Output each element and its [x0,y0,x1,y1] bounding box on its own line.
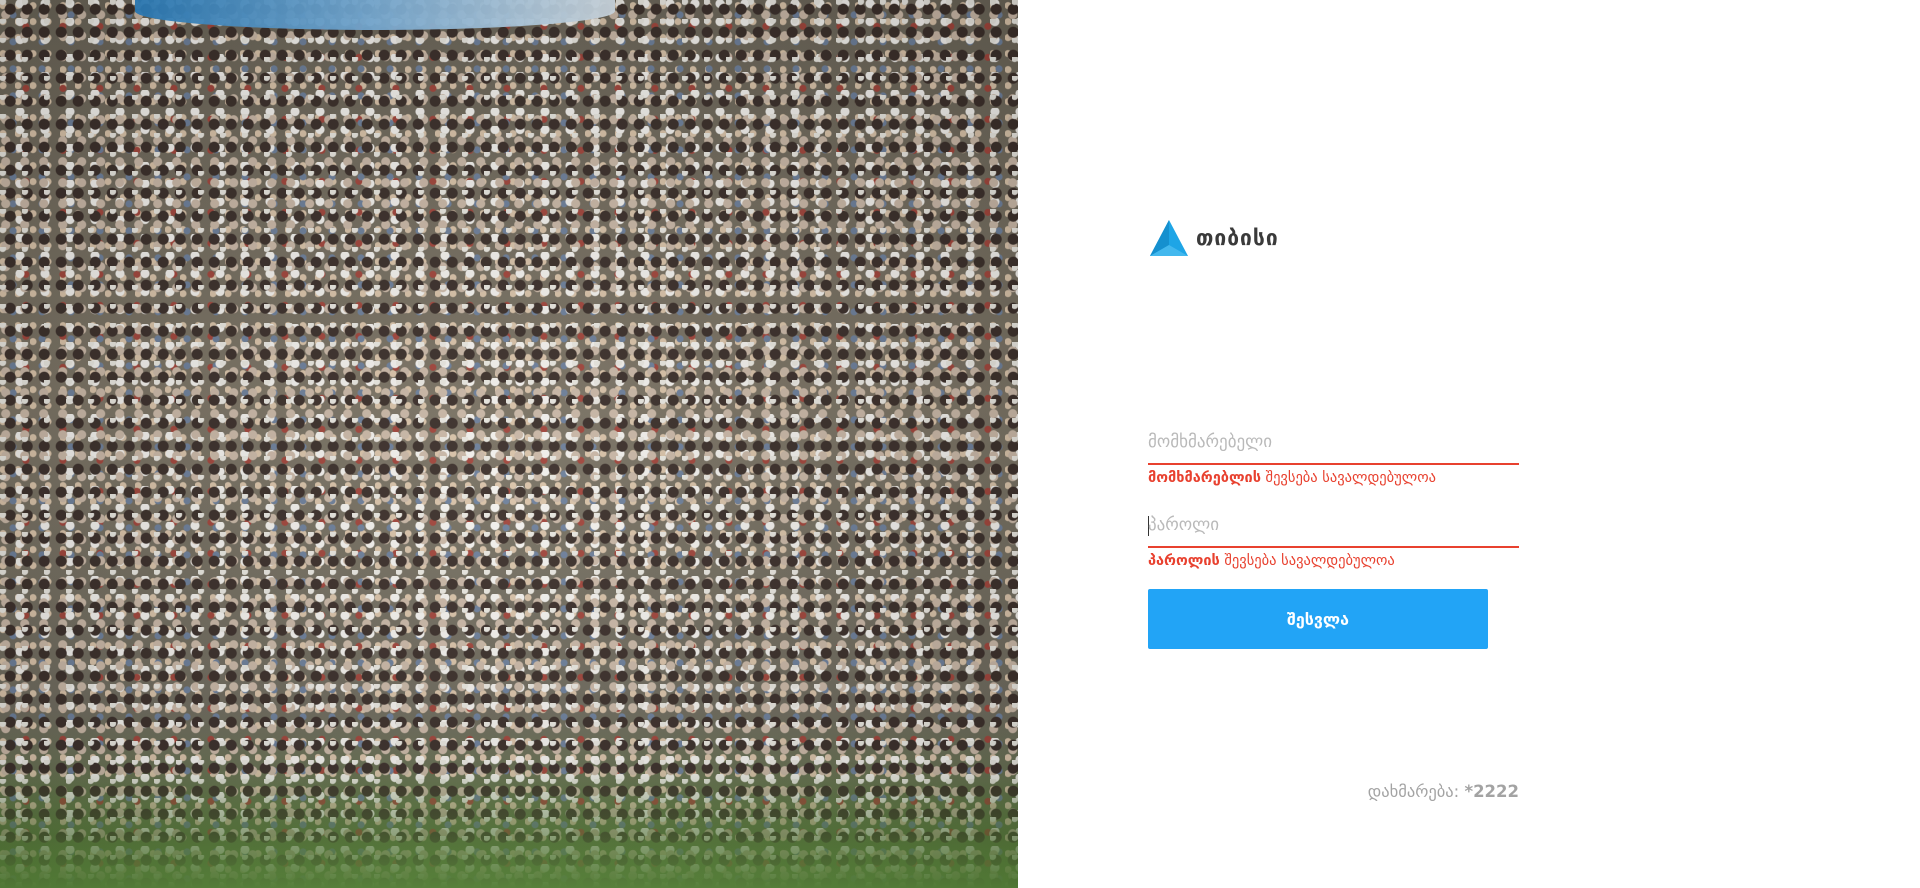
username-field-wrapper [1148,420,1519,465]
tbc-logo-icon [1150,220,1188,256]
password-field-wrapper [1148,503,1519,548]
password-error-text: შევსება სავალდებულოა [1219,553,1395,569]
hero-crowd-image [0,0,1018,888]
login-button[interactable]: შესვლა [1148,589,1488,649]
brand-name: თიბისი [1196,226,1279,250]
username-error-bold: მომხმარებლის [1148,470,1261,486]
password-error-bold: პაროლის [1148,553,1220,569]
help-label: დახმარება: [1367,782,1465,801]
password-error: პაროლის შევსება სავალდებულოა [1148,553,1519,575]
help-line: დახმარება: *2222 [1148,782,1519,801]
brand-logo: თიბისი [1148,218,1279,258]
hero-overlay [0,0,1018,888]
username-error-text: შევსება სავალდებულოა [1260,470,1436,486]
password-input[interactable] [1148,506,1519,544]
username-error: მომხმარებლის შევსება სავალდებულოა [1148,470,1519,492]
login-form: მომხმარებლის შევსება სავალდებულოა პაროლი… [1148,420,1519,649]
username-input[interactable] [1148,423,1519,461]
login-page: თიბისი მომხმარებლის შევსება სავალდებულოა… [0,0,1920,888]
help-phone-number[interactable]: *2222 [1464,782,1519,801]
